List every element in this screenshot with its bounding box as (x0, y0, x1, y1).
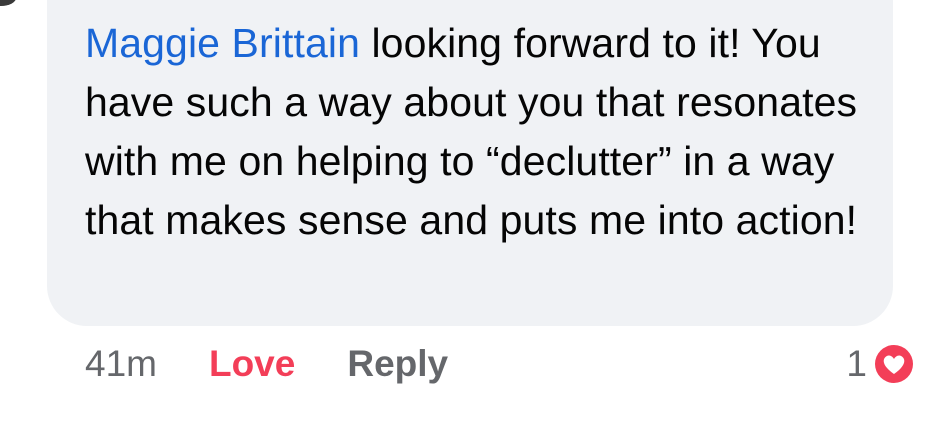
reaction-summary[interactable]: 1 (846, 338, 917, 390)
comment-actions: 41m Love Reply (85, 338, 448, 390)
avatar[interactable] (0, 0, 16, 6)
love-button[interactable]: Love (209, 343, 295, 385)
comment-author-link[interactable]: Maggie Brittain (85, 20, 360, 66)
comment-bubble: Maggie Brittain looking forward to it! Y… (47, 0, 893, 326)
love-reaction-icon (872, 342, 916, 386)
comment-text: Maggie Brittain looking forward to it! Y… (85, 14, 875, 250)
reaction-count: 1 (846, 343, 867, 384)
comment-timestamp[interactable]: 41m (85, 343, 157, 385)
reply-button[interactable]: Reply (347, 343, 448, 385)
